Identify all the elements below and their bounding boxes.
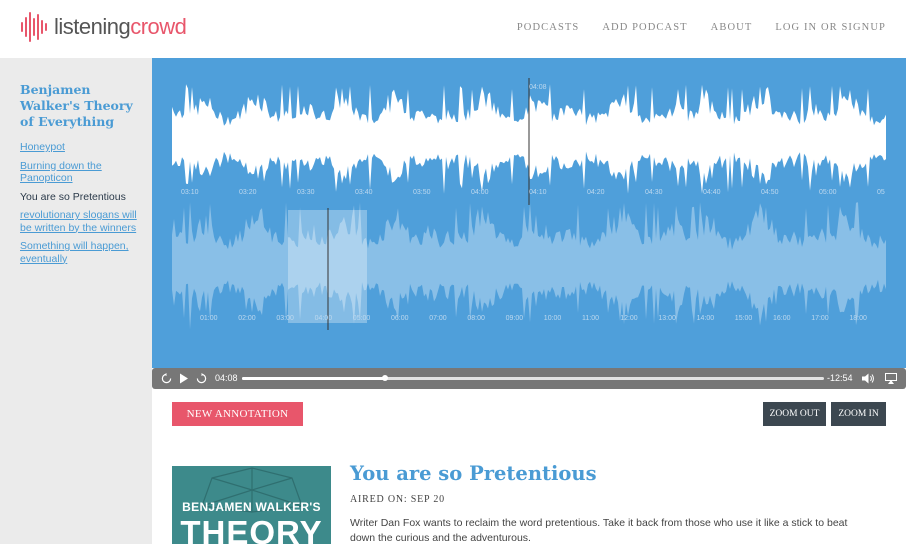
zoom-tick-label: 03:40 [355, 189, 373, 196]
nav-login-signup[interactable]: LOG IN OR SIGNUP [775, 22, 886, 33]
nav-podcasts[interactable]: PODCASTS [517, 22, 579, 33]
logo-text: listeningcrowd [54, 14, 187, 40]
new-annotation-button[interactable]: NEW ANNOTATION [172, 402, 303, 426]
logo[interactable]: listeningcrowd [20, 10, 187, 44]
zoom-tick-label: 03:50 [413, 189, 431, 196]
rewind-15-icon[interactable] [161, 373, 172, 384]
zoom-out-button[interactable]: ZOOM OUT [763, 402, 826, 426]
overview-tick-label: 10:00 [543, 315, 562, 322]
overview-tick-label: 04:00 [314, 315, 333, 322]
forward-15-icon[interactable] [196, 373, 207, 384]
overview-tick-label: 08:00 [467, 315, 485, 322]
play-icon[interactable] [179, 373, 189, 384]
overview-tick-label: 13:00 [658, 315, 676, 322]
overview-tick-label: 01:00 [200, 315, 218, 322]
zoom-tick-label: 04:40 [703, 189, 721, 196]
overview-tick-label: 11:00 [582, 315, 599, 322]
remaining-time: -12:54 [827, 373, 853, 383]
progress-knob[interactable] [381, 375, 388, 381]
nav-about[interactable]: ABOUT [711, 22, 753, 33]
episode-link-something-will-happen[interactable]: Something will happen, eventually [20, 240, 142, 265]
zoom-tick-label: 04:50 [761, 189, 779, 196]
site-header: listeningcrowd PODCASTS ADD PODCAST ABOU… [0, 0, 906, 58]
cover-text-line1: BENJAMEN WALKER'S [182, 500, 321, 514]
episode-link-burning-down-the-panopticon[interactable]: Burning down the Panopticon [20, 160, 142, 185]
cover-text-line2: THEORY [180, 514, 323, 544]
zoom-tick-label: 04:20 [587, 189, 605, 196]
overview-tick-label: 09:00 [505, 315, 524, 322]
overview-tick-label: 17:00 [811, 315, 829, 322]
aired-date: AIRED ON: SEP 20 [350, 494, 445, 505]
audio-player: 04:08 -12:54 [152, 368, 906, 389]
zoom-tick-label: 03:30 [297, 189, 315, 196]
overview-tick-label: 06:00 [391, 315, 409, 322]
volume-icon[interactable] [862, 373, 875, 384]
episode-cover-art: BENJAMEN WALKER'S THEORY [172, 466, 331, 544]
progress-fill [242, 377, 385, 380]
overview-tick-label: 03:00 [276, 315, 294, 322]
waveform-panel[interactable]: 03:10 03:20 03:30 03:40 03:50 04:00 04:10 04:20… [152, 58, 906, 368]
episode-list: Honeypot Burning down the Panopticon You… [20, 141, 142, 271]
zoom-tick-label: 03:10 [181, 189, 199, 196]
overview-tick-label: 16:00 [773, 315, 791, 322]
zoom-tick-label: 05 [877, 189, 885, 196]
nav-add-podcast[interactable]: ADD PODCAST [602, 22, 687, 33]
overview-tick-label: 14:00 [696, 315, 715, 322]
zoom-tick-label: 05:00 [819, 189, 837, 196]
overview-tick-label: 05:00 [352, 315, 371, 322]
zoom-tick-label: 04:10 [529, 189, 547, 196]
zoom-tick-label: 03:20 [239, 189, 257, 196]
overview-waveform [172, 202, 886, 330]
episode-title: You are so Pretentious [350, 462, 597, 485]
zoom-tick-label: 04:30 [645, 189, 663, 196]
playhead-time-label: 04:08 [529, 84, 547, 91]
progress-bar[interactable] [242, 375, 824, 381]
episode-link-revolutionary-slogans[interactable]: revolutionary slogans will be written by… [20, 209, 142, 234]
logo-text-listening: listening [54, 14, 131, 39]
elapsed-time: 04:08 [215, 373, 238, 383]
sound-wave-logo-icon [21, 12, 47, 42]
overview-tick-label: 12:00 [620, 315, 638, 322]
main-nav: PODCASTS ADD PODCAST ABOUT LOG IN OR SIG… [517, 22, 886, 33]
episode-sidebar: Benjamen Walker's Theory of Everything H… [0, 58, 152, 544]
overview-tick-label: 15:00 [734, 315, 753, 322]
overview-tick-label: 18:00 [849, 315, 867, 322]
overview-tick-label: 02:00 [238, 315, 256, 322]
waveform-canvas[interactable] [152, 58, 906, 368]
airplay-icon[interactable] [885, 373, 897, 384]
logo-text-crowd: crowd [130, 14, 187, 39]
episode-link-honeypot[interactable]: Honeypot [20, 141, 142, 154]
zoom-tick-label: 04:00 [471, 189, 489, 196]
episode-description: Writer Dan Fox wants to reclaim the word… [350, 517, 848, 544]
zoom-in-button[interactable]: ZOOM IN [831, 402, 886, 426]
episode-link-you-are-so-pretentious[interactable]: You are so Pretentious [20, 191, 142, 204]
podcast-title[interactable]: Benjamen Walker's Theory of Everything [20, 82, 142, 130]
overview-tick-label: 07:00 [429, 315, 447, 322]
